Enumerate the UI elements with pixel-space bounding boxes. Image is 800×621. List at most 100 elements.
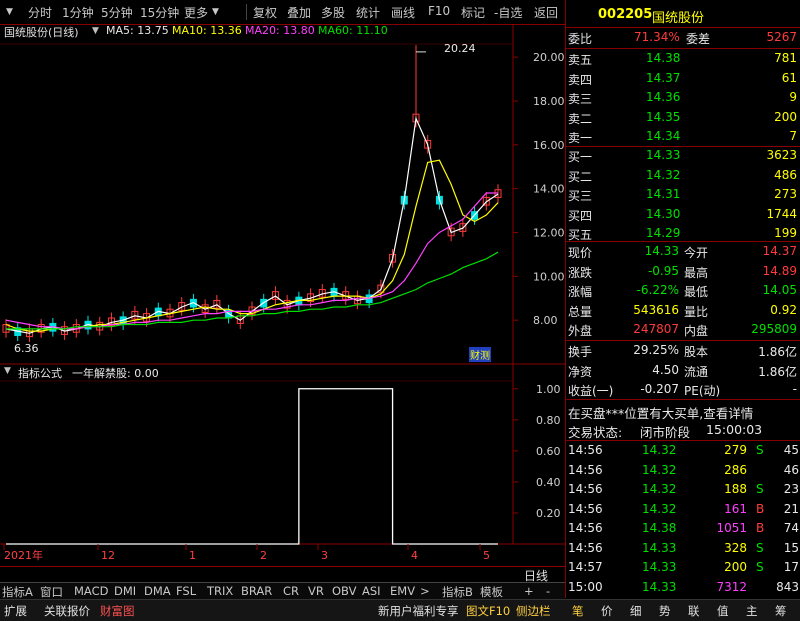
indicator-tab-12[interactable]: EMV [390, 584, 415, 598]
back-button[interactable]: 返回 [534, 4, 558, 21]
f10-text-button[interactable]: 图文F10 [466, 603, 510, 619]
quote-label2: 量比 [684, 304, 709, 319]
high-price-label: 20.24 [444, 42, 476, 55]
side-tab-0[interactable]: 笔 [572, 603, 584, 619]
indicator-tab-5[interactable]: FSL [176, 584, 196, 598]
expand-button[interactable]: 扩展 [4, 603, 27, 619]
tick-row: 14:56 14.33 328 S 15 [566, 539, 800, 559]
bids-row: 买三 14.31 273 [566, 185, 800, 205]
chevron-down-icon[interactable]: ▼ [92, 26, 99, 36]
indicator-tab-2[interactable]: MACD [74, 584, 108, 598]
bids-row: 买一 14.33 3623 [566, 146, 800, 166]
wealth-chart-button[interactable]: 财富图 [100, 603, 135, 619]
asks-row: 卖四 14.37 61 [566, 69, 800, 89]
tick-price: 14.33 [642, 540, 677, 555]
sidebar-button[interactable]: 侧边栏 [516, 603, 551, 619]
asks-volume: 61 [781, 70, 797, 85]
indicator-tab-7[interactable]: BRAR [241, 584, 272, 598]
tab-more[interactable]: 更多 [184, 4, 208, 21]
stats-value2: 1.86亿 [758, 364, 797, 379]
ma5-line [5, 116, 499, 334]
indicator-tab-11[interactable]: ASI [362, 584, 381, 598]
indicator-line-layer [6, 388, 498, 545]
tab-1min[interactable]: 1分钟 [62, 4, 94, 21]
date-tick-label: 5 [483, 549, 490, 562]
indicator-tab-8[interactable]: CR [283, 584, 299, 598]
ma5-legend: MA5: 13.75 [106, 24, 169, 37]
quote-value: 14.33 [644, 244, 679, 258]
tab-15min[interactable]: 15分钟 [140, 4, 179, 21]
new-user-promo[interactable]: 新用户福利专享 [378, 603, 459, 619]
side-tab-1[interactable]: 价 [601, 603, 613, 619]
asks-price: 14.35 [646, 109, 681, 124]
chevron-down-icon[interactable]: ▼ [4, 366, 11, 376]
kline-chart-svg[interactable]: 20.00 18.00 16.00 14.00 12.00 10.00 8.00 1.00 0… [0, 24, 565, 570]
quote-value: -0.95 [647, 263, 679, 278]
quote-row: 外盘 247807 内盘 295809 [566, 320, 800, 340]
side-tab-2[interactable]: 细 [630, 603, 642, 619]
tick-price: 14.33 [642, 560, 677, 574]
indicator-tab-15[interactable]: 模板 [480, 584, 503, 600]
quote-row: 涨幅 -6.22% 最低 14.05 [566, 281, 800, 301]
tick-side: S [756, 540, 764, 555]
quote-label: 外盘 [568, 324, 593, 338]
tick-price: 14.32 [642, 482, 677, 496]
side-tab-4[interactable]: 联 [688, 603, 700, 619]
asks-label: 卖四 [568, 72, 593, 87]
tab-intraday[interactable]: 分时 [28, 4, 52, 21]
low-price-label: 6.36 [14, 342, 39, 355]
side-tab-3[interactable]: 势 [659, 603, 671, 619]
draw-line-button[interactable]: 画线 [391, 4, 415, 21]
quote-label: 现价 [568, 246, 593, 260]
tab-5min[interactable]: 5分钟 [101, 4, 133, 21]
indicator-tick-label: 0.40 [536, 476, 561, 489]
quote-value2: 295809 [751, 322, 797, 336]
watchlist-button[interactable]: -自选 [494, 4, 522, 21]
tick-time: 14:56 [568, 501, 603, 516]
tick-volume: 7312 [716, 579, 747, 594]
tick-count: 21 [783, 501, 799, 516]
chart-area[interactable]: 20.00 18.00 16.00 14.00 12.00 10.00 8.00 1.00 0… [0, 24, 565, 570]
quote-label2: 今开 [684, 246, 709, 260]
tick-row: 14:56 14.38 1051 B 74 [566, 519, 800, 539]
multi-stock-button[interactable]: 多股 [321, 4, 345, 21]
statistics-button[interactable]: 统计 [356, 4, 380, 21]
indicator-tab-0[interactable]: 指标A [2, 584, 33, 600]
overlay-button[interactable]: 叠加 [287, 4, 311, 21]
price-tick-label: 12.00 [533, 226, 565, 239]
indicator-tab-14[interactable]: 指标B [442, 584, 473, 600]
indicator-tab-1[interactable]: 窗口 [40, 584, 63, 600]
related-quote-button[interactable]: 关联报价 [44, 603, 90, 619]
indicator-tab-9[interactable]: VR [308, 584, 324, 598]
price-tick-label: 20.00 [533, 51, 565, 64]
indicator-tab-10[interactable]: OBV [332, 584, 356, 598]
side-tab-7[interactable]: 筹 [775, 603, 787, 619]
indicator-tab-4[interactable]: DMA [144, 584, 171, 598]
quote-label2: 最低 [684, 285, 709, 299]
quote-value: 543616 [633, 302, 679, 317]
indicator-tick-label: 0.80 [536, 414, 561, 427]
tick-time: 14:56 [568, 443, 603, 457]
indicator-tab-13[interactable]: > [420, 584, 430, 598]
asks-label: 卖一 [568, 131, 593, 145]
indicator-tab-6[interactable]: TRIX [207, 584, 233, 598]
asks-row: 卖三 14.36 9 [566, 88, 800, 108]
indicator-tab-3[interactable]: DMI [114, 584, 136, 598]
date-tick-label: 12 [101, 549, 115, 562]
stats-row: 收益(一) -0.207 PE(动) - [566, 380, 800, 400]
f10-button[interactable]: F10 [428, 4, 450, 18]
big-order-notice[interactable]: 在买盘***位置有大买单,查看详情 [566, 401, 800, 421]
adjust-button[interactable]: 复权 [253, 4, 277, 21]
ma60-legend: MA60: 11.10 [318, 24, 388, 37]
bids-row: 买四 14.30 1744 [566, 205, 800, 225]
side-tab-5[interactable]: 值 [717, 603, 729, 619]
indicator-tab-17[interactable]: - [546, 584, 550, 598]
mark-button[interactable]: 标记 [461, 4, 485, 21]
indicator-tab-16[interactable]: + [524, 584, 534, 598]
chevron-down-icon[interactable]: ▼ [6, 7, 13, 17]
dropdown-arrow-icon[interactable]: ▼ [212, 7, 219, 17]
stats-value: 4.50 [652, 362, 679, 377]
finance-badge[interactable]: 财测 [469, 347, 491, 362]
tick-count: 46 [783, 462, 799, 477]
side-tab-6[interactable]: 主 [746, 603, 758, 619]
